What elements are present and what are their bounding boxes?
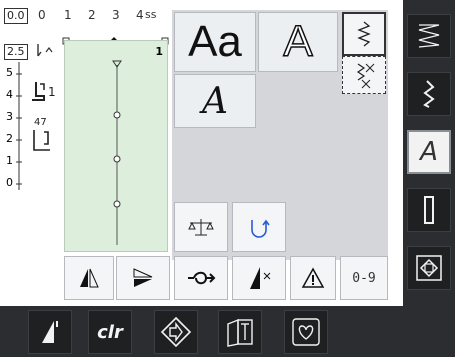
ruler-tick: 1 (64, 8, 72, 22)
thread-button[interactable] (174, 256, 228, 300)
mirror-vertical-icon (80, 268, 99, 288)
stitch-altering-icon (160, 316, 192, 348)
creative-consultant-button[interactable] (284, 310, 328, 354)
right-sidebar: A (403, 0, 455, 357)
font-script-tile[interactable]: A (174, 74, 256, 128)
ruler-tick: 4 (6, 88, 13, 101)
ruler-tick: 0 (38, 8, 46, 22)
warning-button[interactable] (290, 256, 336, 300)
outline-letter: A (283, 16, 314, 67)
tutorial-button[interactable] (218, 310, 262, 354)
presser-foot-icon (32, 82, 45, 101)
heart-frame-icon (292, 318, 320, 346)
pattern-end-icon (250, 267, 271, 289)
rotate-arrow-icon (251, 219, 270, 238)
needle-position-icon (33, 130, 50, 151)
quilt-square-icon (416, 255, 442, 281)
stitch-menu-button[interactable] (407, 14, 451, 58)
zigzag-icon (423, 80, 435, 108)
font-outline-tile[interactable]: A (258, 12, 338, 72)
mirror-left-right-button[interactable] (64, 256, 114, 300)
sewing-machine-screen: 0.0 0 1 2 3 4 ss 2.5 5 4 3 2 1 0 1 47 1 … (0, 0, 455, 357)
rotate-button[interactable] (232, 202, 286, 252)
bottom-toolbar: clr (0, 306, 455, 357)
stitch-preview[interactable]: 1 (64, 40, 168, 252)
ruler-tick: 0 (6, 176, 13, 189)
book-icon (227, 318, 253, 347)
zigzag-menu-button[interactable] (407, 72, 451, 116)
pattern-begin-icon (42, 321, 58, 343)
ruler-tick: 2 (6, 132, 13, 145)
alphabet-menu-button[interactable]: A (407, 130, 451, 174)
stitch-satin-tile[interactable] (342, 56, 386, 94)
stitch-width-ruler: 0.0 0 1 2 3 4 ss (4, 6, 174, 26)
script-letter: A (202, 80, 228, 122)
buttonhole-menu-button[interactable] (407, 188, 451, 232)
stitch-width-value[interactable]: 0.0 (4, 8, 28, 24)
presser-foot-number: 1 (48, 85, 56, 99)
pattern-begin-button[interactable] (28, 310, 72, 354)
quilt-menu-button[interactable] (407, 246, 451, 290)
ruler-unit: ss (145, 8, 157, 21)
stitch-length-ruler: 5 4 3 2 1 0 (4, 38, 46, 298)
balance-scale-icon (188, 219, 214, 236)
stitch-zigzag-tile[interactable] (342, 12, 386, 56)
thread-loop-icon (188, 271, 216, 285)
ruler-tick: 5 (6, 66, 13, 79)
pattern-end-button[interactable] (232, 256, 286, 300)
stitch-pattern-icon (418, 24, 440, 48)
mirror-up-down-button[interactable] (116, 256, 170, 300)
ruler-tick: 4 (136, 8, 144, 22)
ruler-tick: 1 (6, 154, 13, 167)
balance-button[interactable] (174, 202, 228, 252)
cross-stitch-icon (356, 63, 375, 89)
warning-triangle-icon (301, 267, 325, 288)
alphabet-italic-a: A (420, 137, 438, 167)
mirror-horizontal-icon (133, 268, 153, 287)
font-block-letters-tile[interactable]: Aa (174, 12, 256, 72)
buttonhole-icon (424, 196, 434, 224)
stitch-altering-button[interactable] (154, 310, 198, 354)
ruler-tick: 3 (112, 8, 120, 22)
clear-button[interactable]: clr (88, 310, 132, 354)
ruler-tick: 3 (6, 110, 13, 123)
counter-button[interactable]: 0-9 (340, 256, 388, 300)
ruler-tick: 2 (88, 8, 96, 22)
stitch-line-graphic (112, 60, 122, 245)
zigzag-stitch-icon (357, 21, 371, 47)
foot-number-label: 47 (34, 117, 47, 128)
